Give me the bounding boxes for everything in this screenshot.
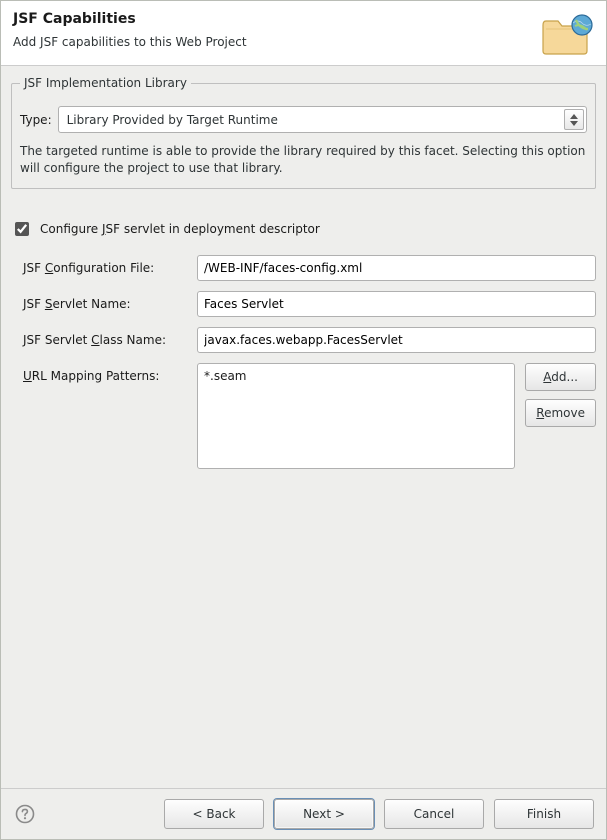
type-combo[interactable]: Library Provided by Target Runtime (58, 106, 587, 133)
list-item[interactable]: *.seam (204, 368, 508, 384)
page-subtitle: Add JSF capabilities to this Web Project (13, 35, 247, 49)
impl-hint: The targeted runtime is able to provide … (20, 143, 587, 178)
servlet-class-label: JSF Servlet Class Name: (23, 327, 191, 347)
jsf-form: JSF Configuration File: JSF Servlet Name… (23, 255, 596, 469)
spinner-icon[interactable] (564, 109, 584, 130)
cancel-button[interactable]: Cancel (384, 799, 484, 829)
help-icon[interactable] (13, 802, 37, 826)
url-patterns-buttons: Add... Remove (525, 363, 596, 427)
header-text: JSF Capabilities Add JSF capabilities to… (13, 11, 247, 49)
servlet-class-input[interactable] (197, 327, 596, 353)
impl-library-legend: JSF Implementation Library (20, 76, 191, 90)
url-patterns-label: URL Mapping Patterns: (23, 363, 191, 383)
wizard-footer: < Back Next > Cancel Finish (1, 788, 606, 839)
type-combo-value: Library Provided by Target Runtime (67, 113, 560, 127)
type-row: Type: Library Provided by Target Runtime (20, 106, 587, 133)
wizard-window: JSF Capabilities Add JSF capabilities to… (0, 0, 607, 840)
servlet-name-input[interactable] (197, 291, 596, 317)
configure-servlet-checkbox[interactable] (15, 222, 29, 236)
wizard-header: JSF Capabilities Add JSF capabilities to… (1, 1, 606, 66)
config-file-input[interactable] (197, 255, 596, 281)
page-title: JSF Capabilities (13, 11, 247, 27)
impl-library-group: JSF Implementation Library Type: Library… (11, 76, 596, 189)
servlet-name-label: JSF Servlet Name: (23, 291, 191, 311)
next-button[interactable]: Next > (274, 799, 374, 829)
remove-button[interactable]: Remove (525, 399, 596, 427)
folder-globe-icon (540, 11, 594, 55)
wizard-body: JSF Implementation Library Type: Library… (1, 66, 606, 788)
configure-servlet-row: Configure JSF servlet in deployment desc… (11, 219, 596, 239)
config-file-label: JSF Configuration File: (23, 255, 191, 275)
back-button[interactable]: < Back (164, 799, 264, 829)
add-button[interactable]: Add... (525, 363, 596, 391)
type-label: Type: (20, 113, 52, 127)
url-patterns-row: *.seam Add... Remove (197, 363, 596, 469)
configure-servlet-label: Configure JSF servlet in deployment desc… (40, 222, 320, 236)
url-patterns-listbox[interactable]: *.seam (197, 363, 515, 469)
finish-button[interactable]: Finish (494, 799, 594, 829)
